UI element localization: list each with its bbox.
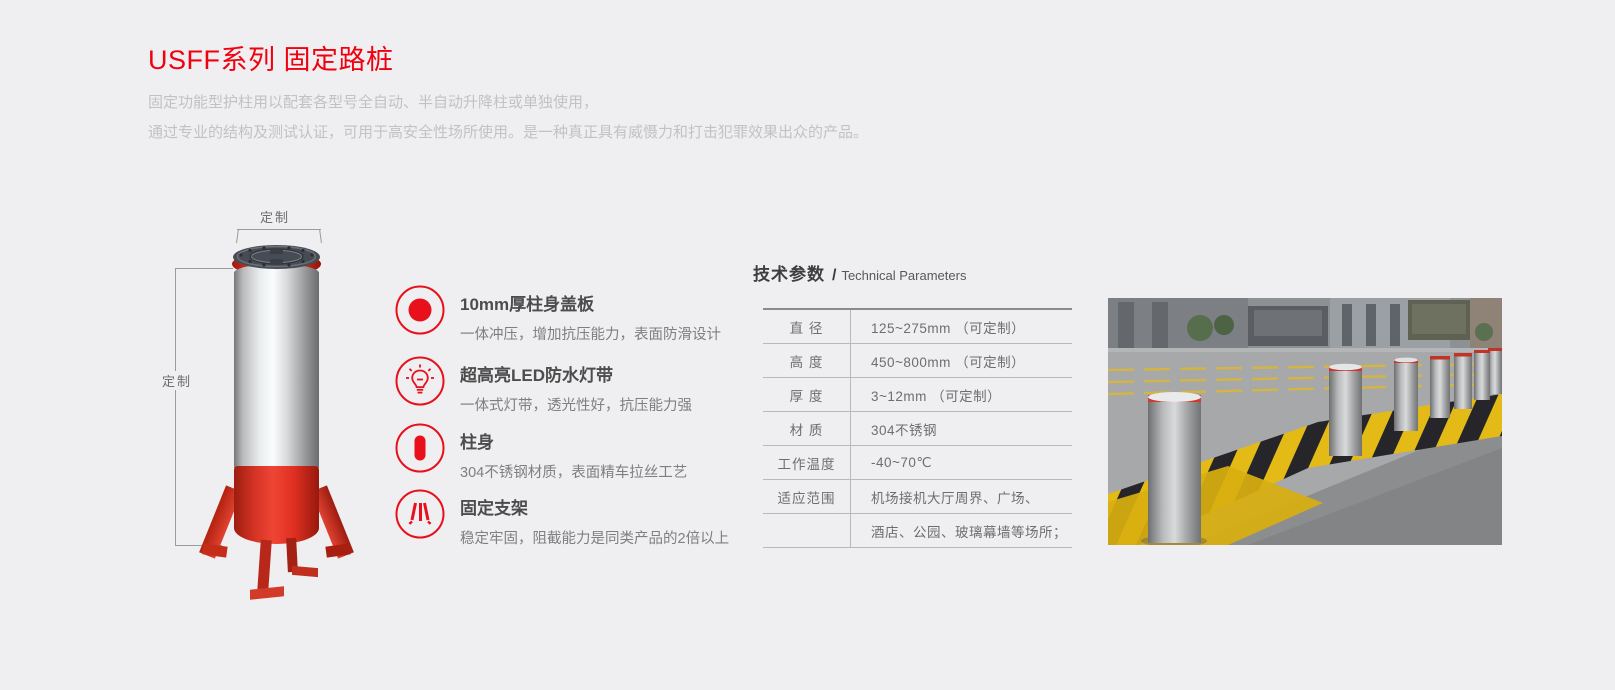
- bollard-leg-front: [257, 540, 272, 593]
- feature-item-led-band: 超高亮LED防水灯带 一体式灯带，透光性好，抗压能力强: [394, 355, 692, 415]
- param-value: 125~275mm （可定制）: [851, 309, 1073, 344]
- tech-params-separator: /: [832, 267, 836, 284]
- description-line-1: 固定功能型护柱用以配套各型号全自动、半自动升降柱或单独使用，: [148, 88, 868, 118]
- feature-desc: 304不锈钢材质，表面精车拉丝工艺: [460, 461, 687, 482]
- bollard-red-base: [234, 466, 319, 544]
- dimension-label-top: 定制: [258, 207, 292, 226]
- feature-item-bracket: 固定支架 稳定牢固，阻截能力是同类产品的2倍以上: [394, 488, 729, 548]
- dimension-tick-right: [319, 229, 322, 243]
- tech-params-table: 直 径 125~275mm （可定制） 高 度 450~800mm （可定制） …: [763, 308, 1072, 548]
- product-page: USFF系列 固定路桩 固定功能型护柱用以配套各型号全自动、半自动升降柱或单独使…: [0, 0, 1615, 690]
- table-row: 适应范围 机场接机大厅周界、广场、: [763, 480, 1072, 514]
- dimension-tick-left: [236, 229, 239, 243]
- installed-bollards-photo: [1108, 298, 1502, 545]
- led-bulb-icon: [394, 355, 446, 407]
- param-label: 适应范围: [763, 480, 851, 514]
- dimension-line-top: [237, 229, 321, 230]
- param-label: 直 径: [763, 309, 851, 344]
- bollard-steel-body: [234, 264, 319, 468]
- param-value: 3~12mm （可定制）: [851, 378, 1073, 412]
- tech-params-title-zh: 技术参数: [753, 265, 825, 284]
- tech-params-header: 技术参数 / Technical Parameters: [753, 260, 966, 285]
- param-value: 酒店、公园、玻璃幕墙等场所；: [851, 514, 1073, 548]
- dimension-bracket-top: [175, 268, 233, 269]
- param-label: [763, 514, 851, 548]
- dimension-label-left: 定制: [160, 371, 194, 390]
- cover-plate-icon: [394, 284, 446, 336]
- table-row: 工作温度 -40~70℃: [763, 446, 1072, 480]
- param-label: 材 质: [763, 412, 851, 446]
- table-row: 酒店、公园、玻璃幕墙等场所；: [763, 514, 1072, 548]
- feature-desc: 一体冲压，增加抗压能力，表面防滑设计: [460, 323, 721, 344]
- feature-title: 固定支架: [460, 494, 729, 519]
- table-row: 直 径 125~275mm （可定制）: [763, 309, 1072, 344]
- table-row: 高 度 450~800mm （可定制）: [763, 344, 1072, 378]
- feature-item-column: 柱身 304不锈钢材质，表面精车拉丝工艺: [394, 422, 687, 482]
- param-label: 工作温度: [763, 446, 851, 480]
- feature-desc: 一体式灯带，透光性好，抗压能力强: [460, 394, 692, 415]
- table-row: 材 质 304不锈钢: [763, 412, 1072, 446]
- feature-desc: 稳定牢固，阻截能力是同类产品的2倍以上: [460, 527, 729, 548]
- page-title: USFF系列 固定路桩: [148, 38, 394, 77]
- param-value: 304不锈钢: [851, 412, 1073, 446]
- param-label: 厚 度: [763, 378, 851, 412]
- table-row: 厚 度 3~12mm （可定制）: [763, 378, 1072, 412]
- description-line-2: 通过专业的结构及测试认证，可用于高安全性场所使用。是一种真正具有威慑力和打击犯罪…: [148, 118, 868, 148]
- bollard-cap: [233, 245, 320, 269]
- tech-params-title-en: Technical Parameters: [841, 268, 966, 283]
- column-icon: [394, 422, 446, 474]
- product-description: 固定功能型护柱用以配套各型号全自动、半自动升降柱或单独使用， 通过专业的结构及测…: [148, 88, 868, 148]
- feature-title: 柱身: [460, 428, 687, 453]
- dimension-line-left: [175, 268, 176, 545]
- param-label: 高 度: [763, 344, 851, 378]
- bracket-legs-icon: [394, 488, 446, 540]
- param-value: -40~70℃: [851, 446, 1073, 480]
- feature-item-cover-plate: 10mm厚柱身盖板 一体冲压，增加抗压能力，表面防滑设计: [394, 284, 721, 344]
- param-value: 机场接机大厅周界、广场、: [851, 480, 1073, 514]
- feature-title: 10mm厚柱身盖板: [460, 290, 721, 315]
- param-value: 450~800mm （可定制）: [851, 344, 1073, 378]
- feature-title: 超高亮LED防水灯带: [460, 361, 692, 386]
